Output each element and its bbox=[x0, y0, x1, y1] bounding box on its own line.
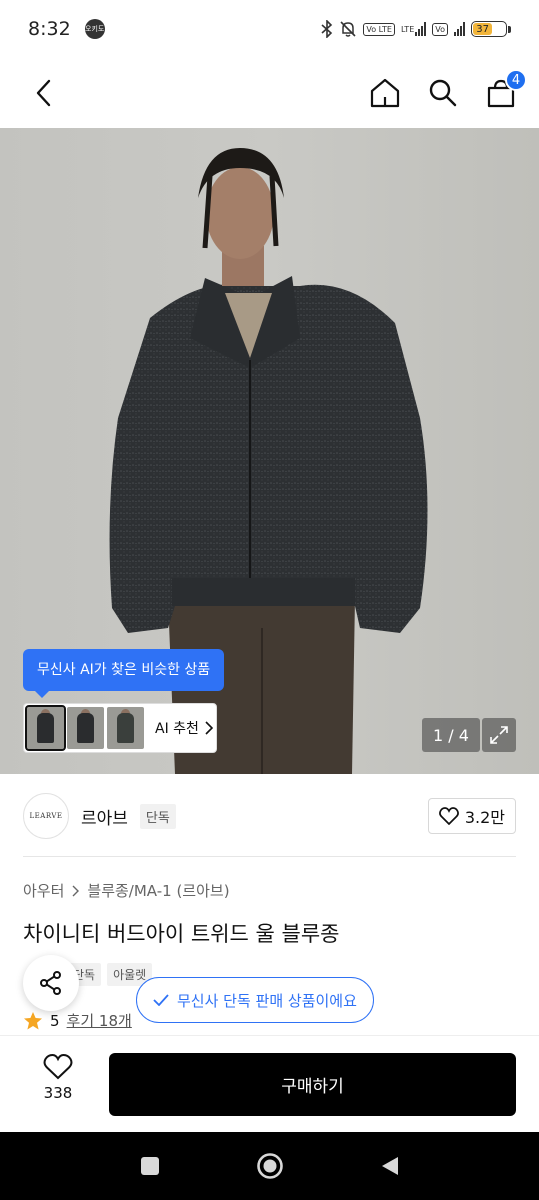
search-icon bbox=[429, 79, 457, 107]
ai-thumb-1[interactable] bbox=[25, 705, 66, 751]
bottom-action-bar: 338 구매하기 bbox=[0, 1035, 539, 1132]
ai-recommend-link[interactable]: AI 추천 bbox=[155, 718, 213, 738]
exclusive-toast: 무신사 단독 판매 상품이에요 bbox=[136, 977, 374, 1023]
home-icon bbox=[370, 78, 400, 108]
share-button[interactable] bbox=[23, 955, 79, 1011]
back-button[interactable] bbox=[26, 75, 62, 111]
battery-icon: 37 bbox=[471, 20, 511, 38]
ai-thumb-2[interactable] bbox=[67, 707, 104, 749]
bluetooth-icon bbox=[321, 20, 333, 38]
ai-recommend-label: AI 추천 bbox=[155, 721, 199, 737]
product-title: 차이니티 버드아이 트위드 울 블루종 bbox=[23, 922, 340, 946]
rating-score: 5 bbox=[50, 1011, 60, 1030]
exclusive-toast-text: 무신사 단독 판매 상품이에요 bbox=[177, 991, 357, 1010]
signal-icon-2 bbox=[454, 20, 465, 38]
brand-logo[interactable]: LEARVE bbox=[23, 793, 69, 839]
buy-button[interactable]: 구매하기 bbox=[109, 1053, 516, 1116]
brand-like-count: 3.2만 bbox=[464, 808, 505, 827]
divider bbox=[23, 856, 516, 857]
volte-icon-2: Vo bbox=[432, 22, 448, 36]
back-nav-button[interactable] bbox=[379, 1155, 401, 1177]
breadcrumb: 아우터 블루종/MA-1 (르아브) bbox=[23, 880, 230, 901]
heart-icon bbox=[43, 1054, 73, 1080]
breadcrumb-item-category[interactable]: 블루종/MA-1 (르아브) bbox=[87, 880, 229, 901]
check-icon bbox=[153, 994, 169, 1006]
cart-button[interactable]: 4 bbox=[483, 69, 527, 111]
home-nav-button[interactable] bbox=[256, 1152, 284, 1180]
brand-row: LEARVE 르아브 단독 3.2만 bbox=[0, 790, 539, 842]
chevron-right-icon bbox=[205, 721, 213, 735]
ai-thumb-3[interactable] bbox=[107, 707, 144, 749]
star-icon bbox=[24, 1011, 42, 1029]
rating-row: 5 후기 18개 bbox=[23, 1010, 132, 1031]
expand-icon bbox=[490, 726, 508, 744]
chevron-right-icon bbox=[72, 885, 80, 896]
android-nav-bar bbox=[0, 1132, 539, 1200]
chevron-left-icon bbox=[36, 79, 51, 107]
ai-similar-tooltip: 무신사 AI가 찾은 비슷한 상품 bbox=[23, 649, 225, 698]
signal-icon-1: LTE bbox=[400, 20, 427, 38]
battery-level: 37 bbox=[473, 23, 493, 35]
app-notification-icon: 오키도 bbox=[84, 19, 105, 39]
exclusive-tag: 단독 bbox=[139, 803, 176, 829]
top-nav: 4 bbox=[0, 58, 539, 128]
mute-icon bbox=[339, 20, 357, 38]
review-count-link[interactable]: 후기 18개 bbox=[67, 1010, 132, 1031]
status-time: 8:32 bbox=[28, 18, 71, 40]
wishlist-count: 338 bbox=[43, 1084, 73, 1102]
brand-name[interactable]: 르아브 bbox=[81, 804, 128, 829]
expand-image-button[interactable] bbox=[482, 718, 516, 752]
breadcrumb-item-outer[interactable]: 아우터 bbox=[23, 880, 64, 901]
status-bar: 8:32 오키도 Vo LTE LTE Vo 37 bbox=[0, 0, 539, 58]
share-icon bbox=[40, 971, 61, 995]
wishlist-button[interactable]: 338 bbox=[28, 1054, 88, 1102]
home-button[interactable] bbox=[367, 75, 403, 111]
cart-count-badge: 4 bbox=[505, 69, 527, 91]
search-button[interactable] bbox=[425, 75, 461, 111]
product-image-carousel[interactable]: 무신사 AI가 찾은 비슷한 상품 AI 추천 1 / 4 bbox=[0, 128, 539, 774]
volte-icon: Vo LTE bbox=[363, 22, 395, 36]
heart-icon bbox=[438, 807, 459, 825]
recent-apps-button[interactable] bbox=[139, 1155, 161, 1177]
image-page-counter: 1 / 4 bbox=[422, 718, 480, 752]
ai-recommend-panel[interactable]: AI 추천 bbox=[23, 703, 217, 753]
lte-label: LTE bbox=[400, 24, 415, 34]
brand-like-button[interactable]: 3.2만 bbox=[427, 798, 516, 834]
